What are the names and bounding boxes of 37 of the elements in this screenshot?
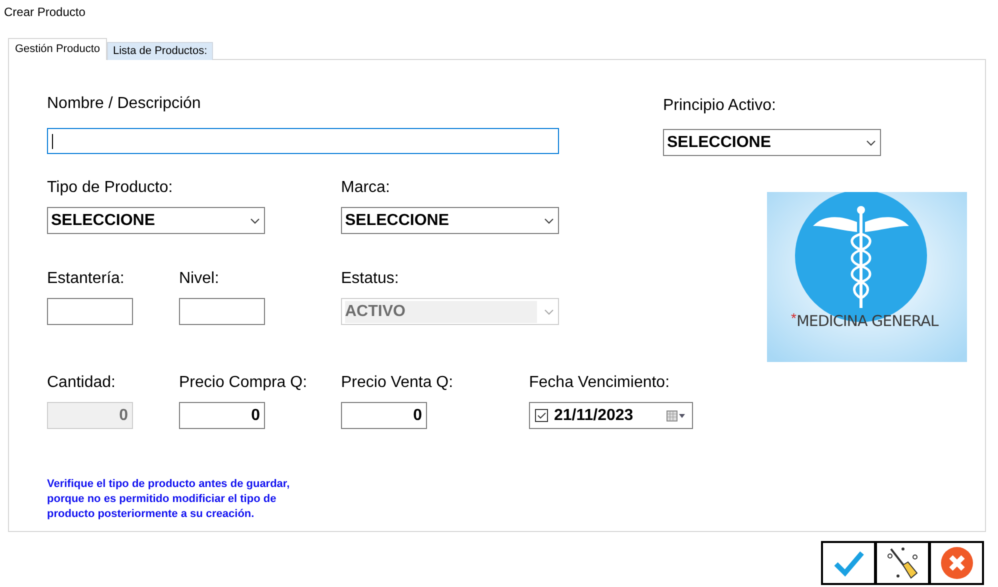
caret-icon [250,218,260,224]
field-label: Fecha Vencimiento: [529,373,671,393]
checkbox[interactable] [535,409,548,422]
dropdown[interactable]: SELECCIONE [341,207,559,234]
asterisk: * [791,312,796,324]
tab[interactable]: Gestión Producto [8,38,107,60]
caret-icon [866,140,876,146]
dropdown[interactable]: SELECCIONE [663,129,881,156]
save-button[interactable] [821,541,876,585]
logo-caption: MEDICINA GENERAL [796,312,938,330]
close-icon [940,546,974,580]
input-field[interactable] [179,298,265,325]
calendar-icon[interactable] [666,410,686,422]
field-label: Precio Compra Q: [179,373,308,393]
caret-icon [544,218,554,224]
field-label: Cantidad: [47,373,116,393]
tab[interactable]: Lista de Productos: [107,42,214,60]
cancel-button[interactable] [929,541,984,585]
check-icon [832,549,864,577]
window-title: Crear Producto [4,5,86,19]
input-field[interactable]: 0 [341,402,427,429]
date-picker[interactable]: 21/11/2023 [529,402,693,429]
broom-icon [886,546,920,580]
warning-note: Verifique el tipo de producto antes de guardar, porque no es permitido modificiar el tipo de producto posteriormente a su creación. [47,477,291,522]
field-label: Nivel: [179,269,220,289]
field-label: Tipo de Producto: [47,178,174,198]
field-label: Estatus: [341,269,400,289]
input-field[interactable] [47,128,559,154]
caret-icon [544,308,554,314]
field-label: Precio Venta Q: [341,373,454,393]
field-label: Marca: [341,178,391,198]
input-field[interactable] [47,298,133,325]
field-label: Estantería: [47,269,126,289]
dropdown[interactable]: SELECCIONE [47,207,265,234]
clear-button[interactable] [875,541,930,585]
input-field[interactable]: 0 [179,402,265,429]
field-label: Principio Activo: [663,96,777,116]
